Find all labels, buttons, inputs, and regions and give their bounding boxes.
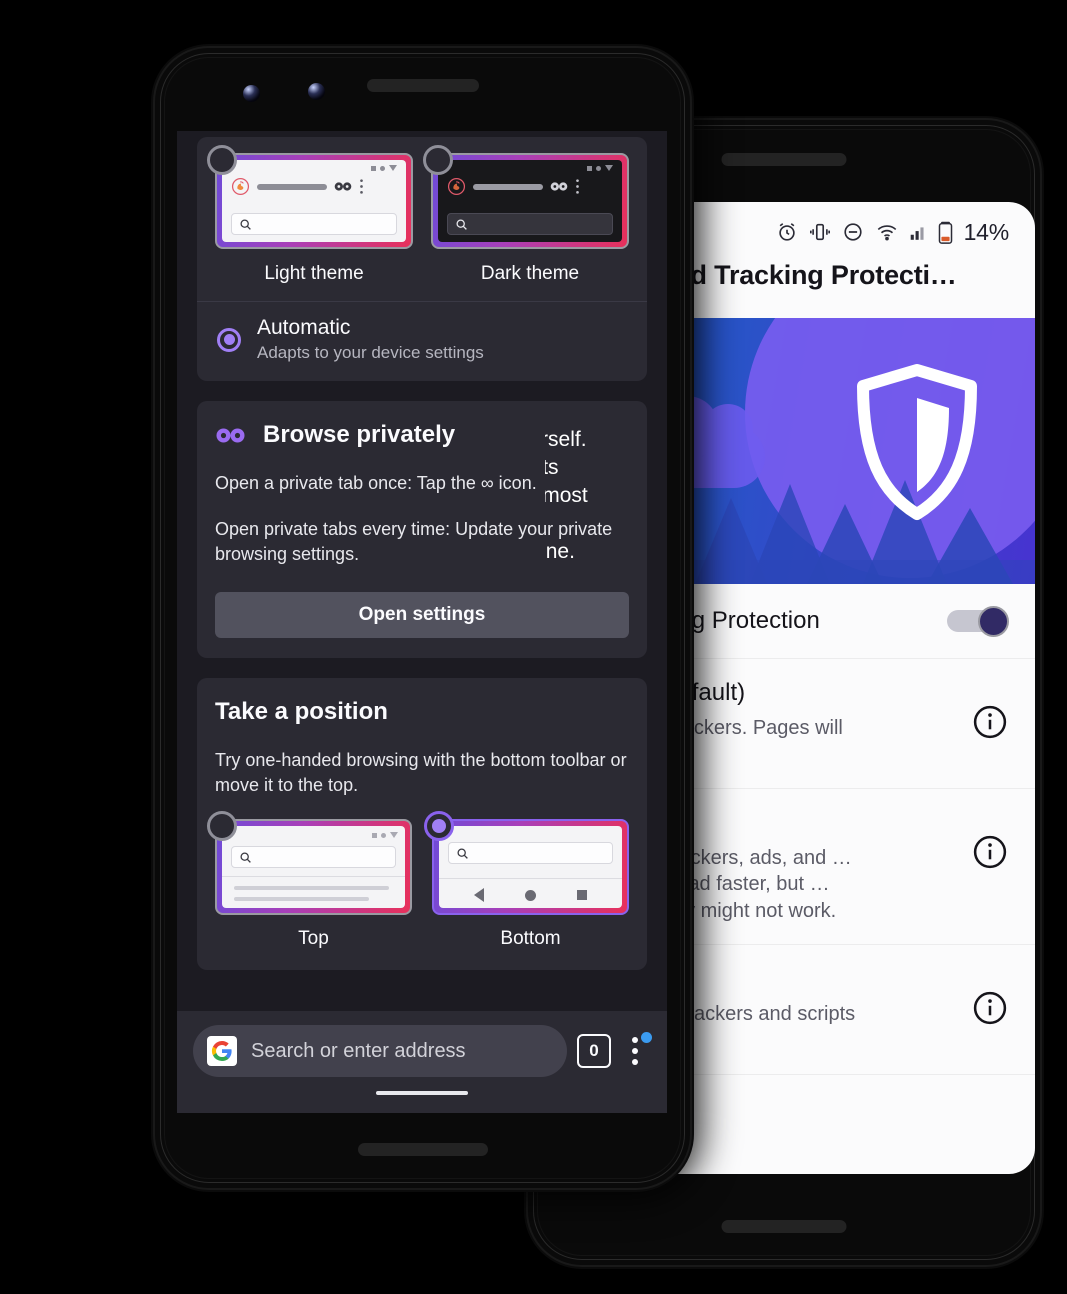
thumb-tiny-icons [372, 832, 398, 839]
private-browsing-mask-icon [216, 428, 245, 442]
home-indicator [376, 1091, 468, 1095]
menu-button[interactable] [621, 1032, 652, 1068]
do-not-disturb-icon [843, 223, 862, 241]
earpiece-speaker [721, 153, 847, 166]
hero-body-line-5: … do online. [545, 539, 575, 563]
toolbar-label-top: Top [298, 928, 329, 950]
bottom-speaker [357, 1143, 488, 1156]
search-icon [457, 848, 468, 859]
info-icon[interactable] [971, 833, 1009, 871]
toolbar-position-bottom[interactable]: Bottom [424, 811, 629, 950]
hero-text-block: …hout …ved … to yourself. … protects … o… [545, 342, 777, 566]
wifi-icon [877, 225, 896, 241]
google-icon [207, 1036, 237, 1066]
theme-radio-light[interactable] [207, 145, 237, 175]
toolbar-thumbnail-top [215, 819, 412, 916]
menu-notification-badge [641, 1032, 652, 1043]
front-camera-2 [308, 83, 325, 100]
thumb-tiny-icons [587, 165, 613, 171]
front-camera-1 [243, 85, 260, 102]
firefox-logo-icon [231, 177, 250, 196]
vibrate-icon [809, 223, 830, 241]
etp-toggle-switch[interactable] [947, 606, 1009, 637]
kebab-menu-icon [576, 179, 579, 194]
kebab-menu-icon [360, 179, 363, 194]
toggle-thumb [978, 606, 1009, 637]
automatic-subtitle: Adapts to your device settings [257, 343, 484, 362]
address-bar[interactable]: Search or enter address [193, 1025, 567, 1077]
take-a-position-title: Take a position [215, 698, 388, 726]
toolbar-label-bottom: Bottom [500, 928, 561, 950]
left-phone-screen: Light theme Dark theme Automatic Adapts … [177, 131, 667, 1113]
battery-icon [938, 221, 952, 244]
theme-thumbnail-dark [431, 153, 629, 249]
private-mask-icon [550, 182, 568, 191]
battery-percent-label: 14% [963, 218, 1010, 245]
hero-body-line-3: … of the most [545, 483, 588, 507]
info-icon[interactable] [971, 989, 1009, 1027]
theme-label-dark: Dark theme [480, 263, 580, 284]
earpiece-speaker [366, 79, 479, 92]
alarm-icon [778, 223, 795, 241]
automatic-radio[interactable] [217, 327, 241, 352]
take-a-position-description: Try one-handed browsing with the bottom … [215, 750, 627, 795]
browse-privately-title: Browse privately [263, 421, 456, 448]
thumb-urlbar-bottom [448, 842, 613, 865]
toolbar-thumbnail-bottom [432, 819, 629, 916]
open-settings-button[interactable]: Open settings [215, 592, 629, 639]
recents-icon [577, 890, 588, 901]
toolbar-position-top[interactable]: Top [207, 811, 412, 950]
screenshot-stage: 14% …anced Tracking Protecti… …hout …ved… [0, 0, 1067, 1294]
firefox-logo-icon [447, 177, 466, 196]
search-icon [240, 218, 251, 230]
toolbar-position-row: Top Bottom [207, 811, 629, 950]
tab-counter-button[interactable]: 0 [577, 1034, 611, 1068]
theme-thumbnail-row: Light theme Dark theme [197, 137, 647, 291]
theme-option-dark[interactable]: Dark theme [423, 145, 629, 285]
cellular-signal-icon [910, 227, 924, 240]
search-icon [456, 218, 467, 230]
info-icon[interactable] [971, 703, 1009, 741]
theme-thumbnail-light [215, 153, 413, 249]
take-a-position-card: Take a position Try one-handed browsing … [197, 678, 647, 971]
shield-illustration [857, 364, 977, 520]
onboarding-content: Light theme Dark theme Automatic Adapts … [177, 137, 667, 1090]
radio-dot [223, 334, 235, 345]
address-bar-placeholder: Search or enter address [251, 1039, 466, 1062]
private-mask-icon [334, 182, 352, 191]
hero-body-line-1: … to yourself. [545, 428, 587, 451]
back-icon [473, 888, 484, 903]
thumb-navbar [439, 884, 622, 906]
thumb-tiny-icons [371, 165, 397, 171]
theme-option-light[interactable]: Light theme [207, 145, 413, 285]
automatic-title: Automatic [257, 316, 351, 339]
hero-banner: …hout …ved … to yourself. … protects … o… [545, 318, 1035, 584]
bottom-speaker [721, 1220, 847, 1233]
search-icon [240, 852, 251, 863]
browser-bottom-toolbar: Search or enter address 0 [177, 1011, 667, 1113]
theme-label-light: Light theme [264, 263, 364, 284]
thumb-urlbar-top [231, 846, 396, 869]
hero-body-line-2: … protects [545, 455, 559, 479]
theme-radio-dark[interactable] [423, 145, 453, 175]
home-icon [524, 889, 536, 901]
